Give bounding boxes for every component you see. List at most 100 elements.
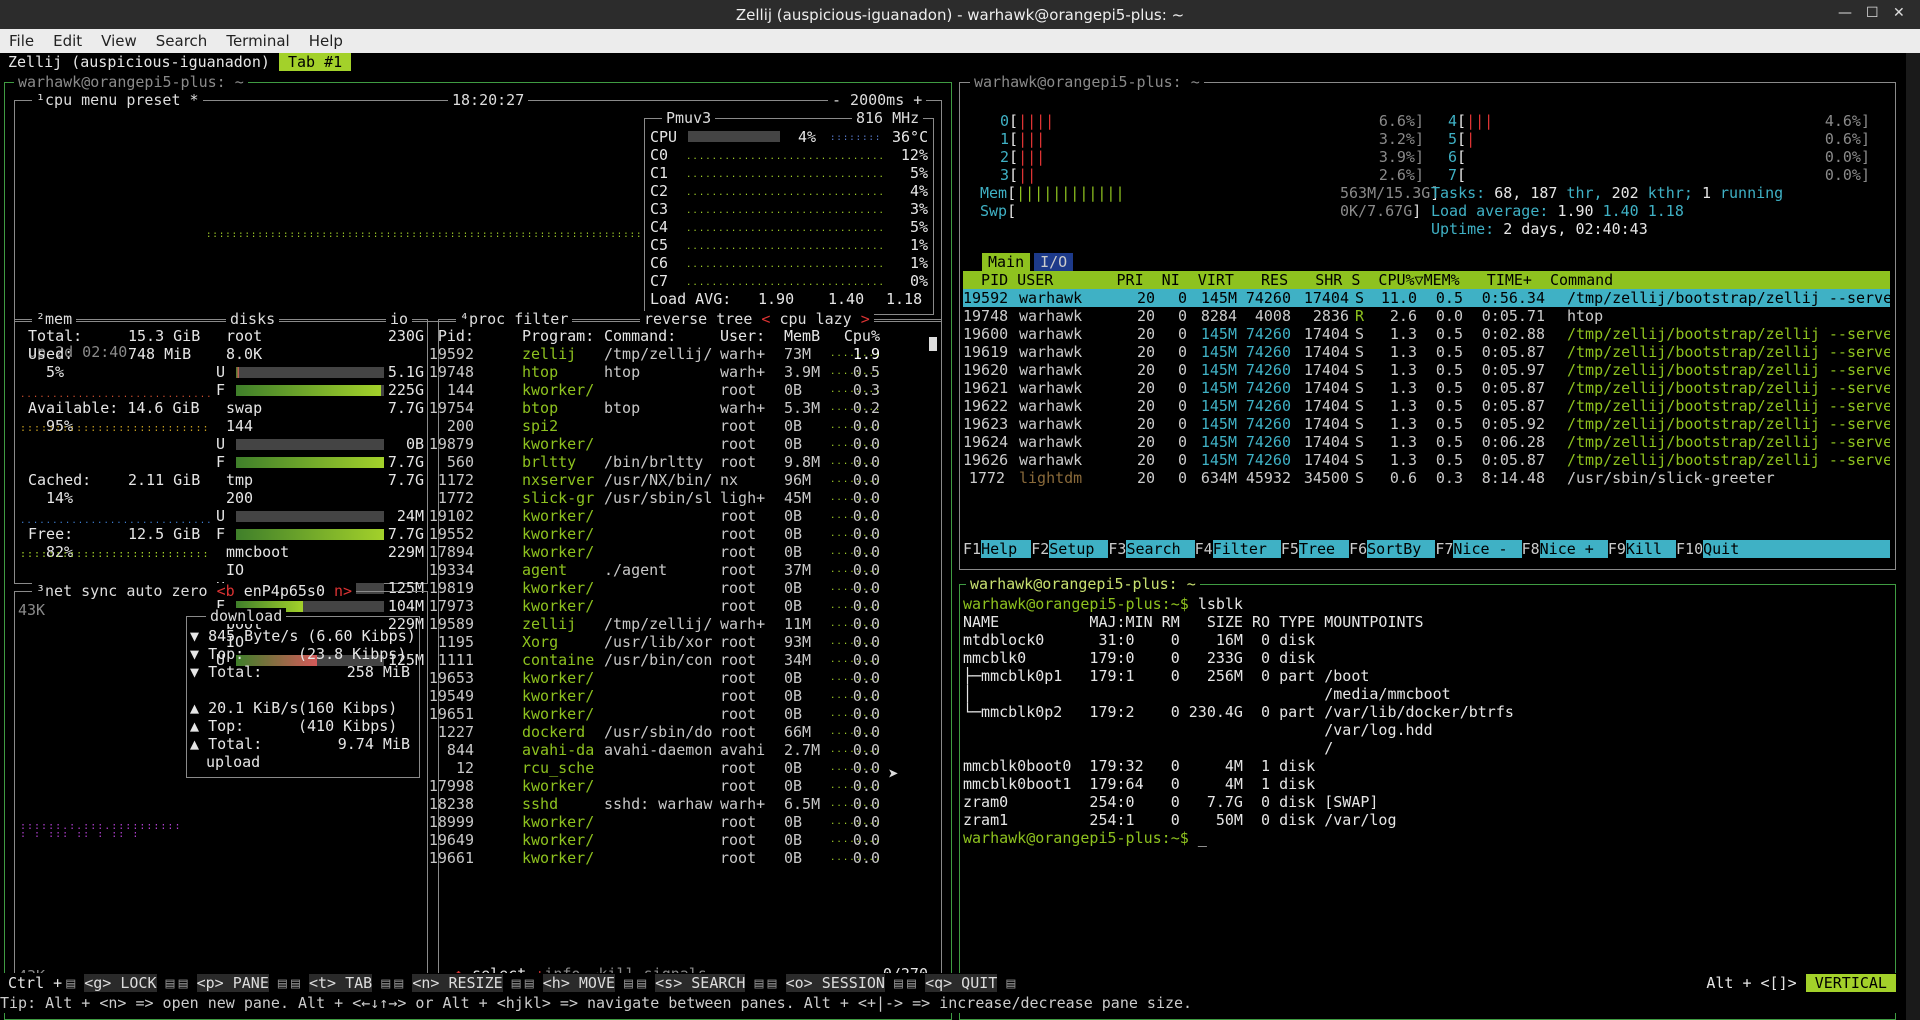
proc-col-header[interactable]: Pid: xyxy=(418,327,474,345)
htop-header[interactable]: PID USER PRI NI VIRT RES SHR S CPU%▽MEM%… xyxy=(963,271,1890,289)
proc-col-header[interactable]: Program: xyxy=(522,327,602,345)
status-item-move[interactable]: ▤ <h> MOVE ▤ xyxy=(525,974,633,992)
proc-col-header[interactable]: Cpu% xyxy=(840,327,880,345)
htop-fkey-f9[interactable]: F9 xyxy=(1607,540,1626,558)
proc-row[interactable]: 1172 nxserver/usr/NX/bin/nx 96M 0.0........ xyxy=(438,471,930,489)
menu-toggle[interactable]: menu xyxy=(81,91,117,109)
proc-row[interactable]: 12 rcu_sche root 0B 0.0........ xyxy=(440,759,930,777)
proc-row[interactable]: 844 avahi-da avahi-daemon avahi 2.7M 0.0.....… xyxy=(440,741,930,759)
htop-process-row[interactable]: 19748 warhawk 20 0 8284 4008 2836 R 2.6 0.0 0:05.7… xyxy=(963,307,1890,325)
proc-row[interactable]: 19661 kworker/root 0B 0.0........ xyxy=(429,849,930,867)
htop-process-row[interactable]: 19621 warhawk 20 0 145M 74260 17404 S 1.3 0.5 0:05… xyxy=(963,379,1890,397)
proc-row[interactable]: 19819 kworker/root 0B 0.0........ xyxy=(429,579,930,597)
status-item-tab[interactable]: ▤ <t> TAB ▤ xyxy=(291,974,390,992)
proc-row[interactable]: 19879 kworker/root 0B 0.0........ xyxy=(429,435,930,453)
htop-process-row[interactable]: 19624 warhawk 20 0 145M 74260 17404 S 1.3 0.5 0:06… xyxy=(963,433,1890,451)
maximize-icon[interactable]: ☐ xyxy=(1866,5,1879,21)
htop-process-row[interactable]: 1772 lightdm 20 0 634M 45932 34500 S 0.6 0.3 8:14.… xyxy=(963,469,1890,487)
proc-reverse-toggle[interactable]: reverse xyxy=(644,310,707,328)
proc-row[interactable]: 19754 btop btop warh+ 5.3M 0.2........ xyxy=(429,399,930,417)
net-sync-toggle[interactable]: sync xyxy=(81,582,117,600)
status-item-quit[interactable]: ▤ <q> QUIT ▤ xyxy=(907,974,1015,992)
proc-row[interactable]: 560 brltty/bin/brltty root 9.8M 0.0........ xyxy=(440,453,930,471)
htop-fkey-f3[interactable]: F3 xyxy=(1108,540,1127,558)
proc-row[interactable]: 19334 agent ./agent root 37M 0.0........ xyxy=(429,561,930,579)
proc-row[interactable]: 18238 sshd sshd: warhaw warh+ 6.5M 0.0.......… xyxy=(429,795,930,813)
terminal-area[interactable]: Zellij (auspicious-iguanadon) Tab #1 war… xyxy=(0,53,1906,1020)
htop-process-row[interactable]: 19600 warhawk 20 0 145M 74260 17404 S 1.3 0.5 0:02… xyxy=(963,325,1890,343)
proc-row[interactable]: 19592 zellij/tmp/zellij/warh+ 73M 1.9......… xyxy=(429,345,930,363)
shell-prompt-line[interactable]: warhawk@orangepi5-plus:~$ _ xyxy=(963,829,1207,847)
proc-col-header[interactable]: User: xyxy=(720,327,780,345)
preset-toggle[interactable]: preset * xyxy=(126,91,198,109)
minimize-icon[interactable]: — xyxy=(1838,5,1852,21)
htop-tab-main[interactable]: Main xyxy=(982,253,1031,271)
proc-row[interactable]: 1227 dockerd/usr/sbin/do root 66M 0.0.......… xyxy=(438,723,930,741)
status-item-session[interactable]: ▤ <o> SESSION ▤ xyxy=(768,974,903,992)
htop-fkey-f10[interactable]: F10 xyxy=(1676,540,1704,558)
htop-process-row[interactable]: 19592 warhawk 20 0 145M 74260 17404 S 11.0 0.5 0:5… xyxy=(963,289,1890,307)
cpu-core-label: C2 xyxy=(650,182,669,200)
sort-next-icon[interactable]: > xyxy=(861,310,870,328)
menu-file[interactable]: File xyxy=(0,29,44,50)
htop-process-row[interactable]: 19619 warhawk 20 0 145M 74260 17404 S 1.3 0.5 0:05… xyxy=(963,343,1890,361)
proc-row[interactable]: 17998 kworker/root 0B 0.0........ xyxy=(429,777,930,795)
proc-row[interactable]: 19748 htop htop warh+ 3.9M 0.5........ xyxy=(429,363,930,381)
status-layout[interactable]: VERTICAL xyxy=(1805,974,1896,992)
proc-row[interactable]: 19102 kworker/root 0B 0.0........ xyxy=(429,507,930,525)
proc-col-header[interactable]: MemB xyxy=(784,327,824,345)
proc-row[interactable]: 144 kworker/root 0B 0.3........ xyxy=(440,381,930,399)
proc-tree-toggle[interactable]: tree xyxy=(716,310,752,328)
htop-fkey-f2[interactable]: F2 xyxy=(1031,540,1050,558)
htop-process-row[interactable]: 19620 warhawk 20 0 145M 74260 17404 S 1.3 0.5 0:05… xyxy=(963,361,1890,379)
htop-fkey-f5[interactable]: F5 xyxy=(1280,540,1299,558)
mem-used-pct: 5% xyxy=(46,363,65,381)
proc-sort[interactable]: cpu lazy xyxy=(779,310,851,328)
proc-scroll-thumb[interactable] xyxy=(929,337,937,351)
proc-col-header[interactable]: Command: xyxy=(604,327,714,345)
cpu-core-label: C0 xyxy=(650,146,669,164)
net-prev-iface[interactable]: <b xyxy=(217,582,235,600)
proc-row[interactable]: 200 spi2 root 0B 0.0........ xyxy=(440,417,930,435)
net-zero-toggle[interactable]: zero xyxy=(171,582,207,600)
close-icon[interactable]: ✕ xyxy=(1893,5,1905,21)
htop-fkey-f4[interactable]: F4 xyxy=(1194,540,1213,558)
menu-view[interactable]: View xyxy=(92,29,147,50)
htop-fkey-f8[interactable]: F8 xyxy=(1521,540,1540,558)
proc-row[interactable]: 17973 kworker/root 0B 0.0........ xyxy=(429,597,930,615)
proc-row[interactable]: 1772 slick-gr/usr/sbin/sl ligh+ 45M 0.0.....… xyxy=(438,489,930,507)
status-item-lock[interactable]: ▤ <g> LOCK ▤ xyxy=(66,974,175,992)
net-next-iface[interactable]: n> xyxy=(334,582,352,600)
htop-process-row[interactable]: 19622 warhawk 20 0 145M 74260 17404 S 1.3 0.5 0:05… xyxy=(963,397,1890,415)
htop-tab-io[interactable]: I/O xyxy=(1034,253,1074,271)
terminal-scrollbar[interactable] xyxy=(1906,53,1920,1020)
proc-row[interactable]: 19649 kworker/root 0B 0.0........ xyxy=(429,831,930,849)
htop-process-row[interactable]: 19623 warhawk 20 0 145M 74260 17404 S 1.3 0.5 0:05… xyxy=(963,415,1890,433)
tab-1[interactable]: Tab #1 xyxy=(278,53,352,71)
htop-fkey-f7[interactable]: F7 xyxy=(1435,540,1454,558)
htop-fkey-f6[interactable]: F6 xyxy=(1349,540,1368,558)
proc-row[interactable]: 19589 zellij/tmp/zellij/warh+ 11M 0.0......… xyxy=(429,615,930,633)
proc-row[interactable]: 19653 kworker/root 0B 0.0........ xyxy=(429,669,930,687)
proc-row[interactable]: 18999 kworker/root 0B 0.0........ xyxy=(429,813,930,831)
proc-row[interactable]: 19651 kworker/root 0B 0.0........ xyxy=(429,705,930,723)
status-item-pane[interactable]: ▤ <p> PANE ▤ xyxy=(179,974,287,992)
update-interval[interactable]: - 2000ms + xyxy=(828,92,927,108)
proc-row[interactable]: 19552 kworker/root 0B 0.0........ xyxy=(429,525,930,543)
status-item-search[interactable]: ▤ <s> SEARCH ▤ xyxy=(637,974,764,992)
menu-edit[interactable]: Edit xyxy=(44,29,92,50)
menu-search[interactable]: Search xyxy=(147,29,218,50)
menu-terminal[interactable]: Terminal xyxy=(217,29,299,50)
sort-prev-icon[interactable]: < xyxy=(761,310,770,328)
proc-row[interactable]: 1195 Xorg/usr/lib/xor root 93M 0.0........ xyxy=(438,633,930,651)
htop-process-row[interactable]: 19626 warhawk 20 0 145M 74260 17404 S 1.3 0.5 0:05… xyxy=(963,451,1890,469)
proc-row[interactable]: 19549 kworker/root 0B 0.0........ xyxy=(429,687,930,705)
proc-filter[interactable]: filter xyxy=(514,310,568,328)
proc-row[interactable]: 1111 containe/usr/bin/con root 34M 0.0......… xyxy=(438,651,930,669)
menu-help[interactable]: Help xyxy=(300,29,353,50)
status-item-resize[interactable]: ▤ <n> RESIZE ▤ xyxy=(394,974,521,992)
htop-fkey-f1[interactable]: F1 xyxy=(963,540,982,558)
net-auto-toggle[interactable]: auto xyxy=(126,582,162,600)
proc-row[interactable]: 17894 kworker/root 0B 0.0........ xyxy=(429,543,930,561)
disks-io-toggle[interactable]: io xyxy=(386,311,413,327)
